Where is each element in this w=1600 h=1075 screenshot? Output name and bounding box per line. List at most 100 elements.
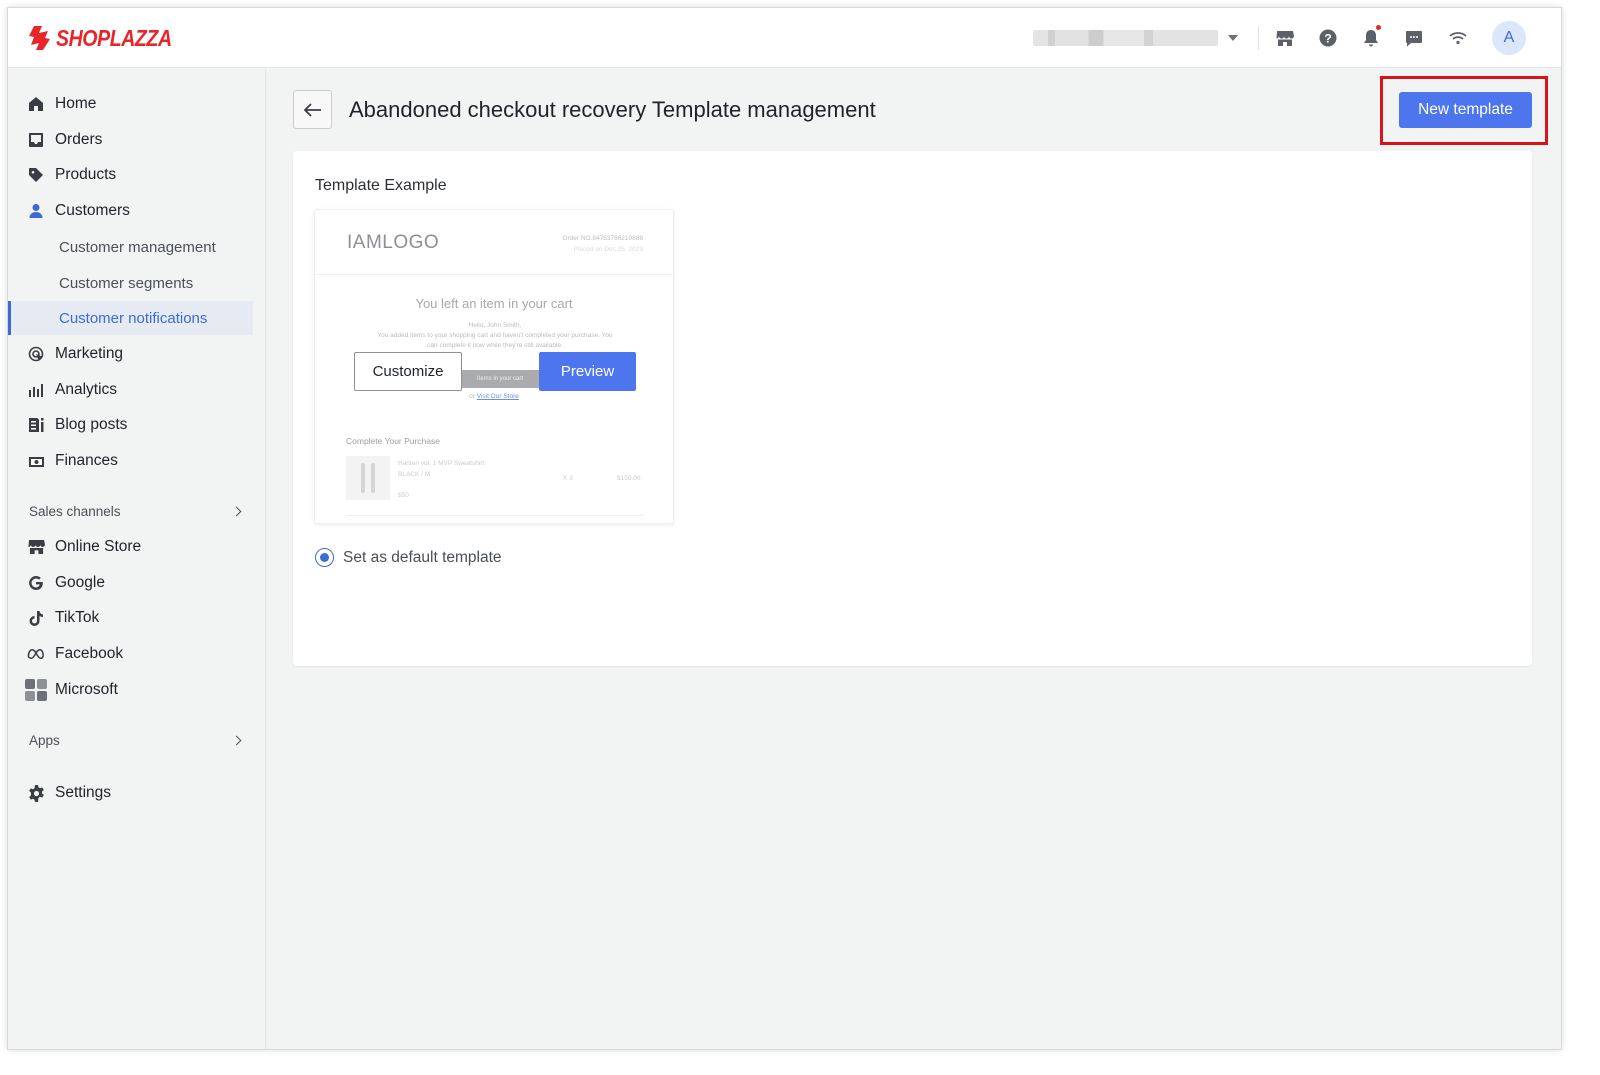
sidebar-item-label: Home: [55, 95, 97, 112]
customize-button[interactable]: Customize: [354, 352, 462, 391]
preview-cart-button: Items in your cart: [460, 370, 540, 388]
chevron-right-icon: [231, 735, 242, 746]
sidebar-item-products[interactable]: Products: [8, 158, 258, 192]
storefront-icon[interactable]: [1274, 27, 1296, 49]
preview-placed-on: Placed on Dec 25, 2023: [573, 246, 643, 253]
preview-order-number: Order NO.84753786210888: [562, 235, 643, 242]
sidebar-item-label: Marketing: [55, 345, 124, 362]
preview-product-name: Hanten vol. 1 MVP Sweatshirt: [398, 460, 485, 467]
default-template-radio[interactable]: [315, 548, 334, 567]
preview-visit-link: Visit Our Store: [476, 393, 519, 400]
preview-or-text: or: [469, 393, 475, 400]
preview-product-qty: X 3: [563, 475, 573, 482]
shoplazza-logo-icon: [29, 26, 50, 50]
sidebar: Home Orders Products Customers Customer …: [8, 69, 266, 1049]
sidebar-item-home[interactable]: Home: [8, 87, 258, 121]
shoplazza-logo[interactable]: SHOPLAZZA: [28, 24, 192, 52]
sidebar-item-marketing[interactable]: Marketing: [8, 337, 258, 371]
notification-dot: [1376, 25, 1381, 30]
preview-body: Hello, John Smith, You added items to yo…: [375, 321, 615, 351]
preview-button[interactable]: Preview: [539, 352, 636, 391]
wifi-icon[interactable]: [1447, 27, 1469, 49]
sidebar-item-customers[interactable]: Customers: [8, 194, 258, 228]
sidebar-item-settings[interactable]: Settings: [8, 776, 258, 810]
store-selector[interactable]: [1033, 28, 1243, 48]
sidebar-subitem-customer-notifications[interactable]: Customer notifications: [8, 301, 253, 335]
default-template-option[interactable]: Set as default template: [315, 548, 502, 567]
preview-headline: You left an item in your cart: [415, 296, 573, 311]
person-icon: [27, 202, 45, 220]
preview-order-info: Order NO.84753786210888 Placed on Dec 25…: [562, 233, 643, 255]
sidebar-item-finances[interactable]: Finances: [8, 444, 258, 478]
preview-body-text: You added items to your shopping cart an…: [377, 332, 613, 349]
avatar[interactable]: A: [1492, 21, 1526, 55]
sidebar-item-label: Finances: [55, 452, 118, 469]
preview-product-price: $50: [398, 492, 409, 499]
sidebar-item-microsoft[interactable]: Microsoft: [8, 673, 258, 707]
top-bar: SHOPLAZZA ? A: [8, 8, 1561, 68]
app-window: SHOPLAZZA ? A Home Orders Products Custo…: [7, 7, 1562, 1050]
chevron-down-icon: [1228, 35, 1238, 41]
default-template-label: Set as default template: [343, 548, 502, 566]
sidebar-subitem-customer-segments[interactable]: Customer segments: [8, 266, 253, 300]
back-button[interactable]: [293, 90, 332, 129]
sidebar-section-apps[interactable]: Apps: [29, 733, 244, 748]
new-template-button[interactable]: New template: [1399, 92, 1532, 128]
bell-icon[interactable]: [1360, 25, 1382, 49]
preview-greeting: Hello, John Smith,: [468, 322, 522, 329]
template-preview-thumbnail: IAMLOGO Order NO.84753786210888 Placed o…: [314, 209, 674, 524]
preview-logo: IAMLOGO: [347, 232, 440, 253]
chevron-right-icon: [231, 506, 242, 517]
sidebar-section-sales-channels[interactable]: Sales channels: [29, 504, 244, 519]
section-title: Apps: [29, 733, 60, 748]
sidebar-item-label: Customer notifications: [59, 309, 208, 327]
home-icon: [27, 95, 45, 113]
sidebar-item-label: Analytics: [55, 381, 118, 398]
section-title: Sales channels: [29, 504, 121, 519]
preview-complete-title: Complete Your Purchase: [346, 436, 441, 446]
preview-product-total: $150.00: [617, 475, 641, 482]
arrow-left-icon: [303, 102, 321, 117]
sidebar-item-google[interactable]: Google: [8, 566, 258, 600]
divider: [315, 274, 673, 275]
preview-product-info: Hanten vol. 1 MVP Sweatshirt BLACK / M $…: [398, 458, 484, 501]
sidebar-item-label: Customer management: [59, 238, 216, 256]
sidebar-item-label: Online Store: [55, 538, 142, 555]
sidebar-item-label: Customers: [55, 202, 130, 219]
sidebar-item-facebook[interactable]: Facebook: [8, 637, 258, 671]
sidebar-item-blog-posts[interactable]: Blog posts: [8, 408, 258, 442]
analytics-icon: [27, 381, 45, 399]
meta-icon: [27, 645, 45, 663]
sidebar-item-tiktok[interactable]: TikTok: [8, 601, 258, 635]
store-name-redacted: [1033, 30, 1218, 46]
blog-icon: [27, 416, 45, 434]
preview-product-image: [346, 456, 390, 500]
page-title: Abandoned checkout recovery Template man…: [349, 97, 876, 122]
google-icon: [27, 574, 45, 592]
sidebar-item-analytics[interactable]: Analytics: [8, 373, 258, 407]
orders-icon: [27, 131, 45, 149]
help-icon[interactable]: ?: [1317, 27, 1339, 49]
preview-visit-store: or Visit Our Store: [315, 393, 673, 400]
gear-icon: [27, 784, 45, 802]
sidebar-item-label: Blog posts: [55, 416, 128, 433]
sidebar-item-orders[interactable]: Orders: [8, 123, 258, 157]
card-title: Template Example: [315, 177, 447, 194]
tag-icon: [27, 166, 45, 184]
sidebar-item-label: Orders: [55, 131, 103, 148]
sidebar-item-label: Google: [55, 574, 105, 591]
chat-icon[interactable]: [1403, 27, 1425, 49]
sidebar-item-label: TikTok: [55, 609, 100, 626]
sidebar-item-label: Microsoft: [55, 681, 118, 698]
preview-product-variant: BLACK / M: [398, 471, 431, 478]
brand-name: SHOPLAZZA: [56, 24, 172, 51]
sidebar-item-label: Settings: [55, 784, 112, 801]
sidebar-item-label: Facebook: [55, 645, 124, 662]
tiktok-icon: [27, 609, 45, 627]
sidebar-subitem-customer-management[interactable]: Customer management: [8, 230, 253, 264]
sidebar-item-label: Products: [55, 166, 117, 183]
svg-text:?: ?: [1324, 32, 1331, 46]
sidebar-item-online-store[interactable]: Online Store: [8, 530, 258, 564]
divider: [1258, 26, 1259, 50]
storefront-icon: [27, 538, 45, 556]
